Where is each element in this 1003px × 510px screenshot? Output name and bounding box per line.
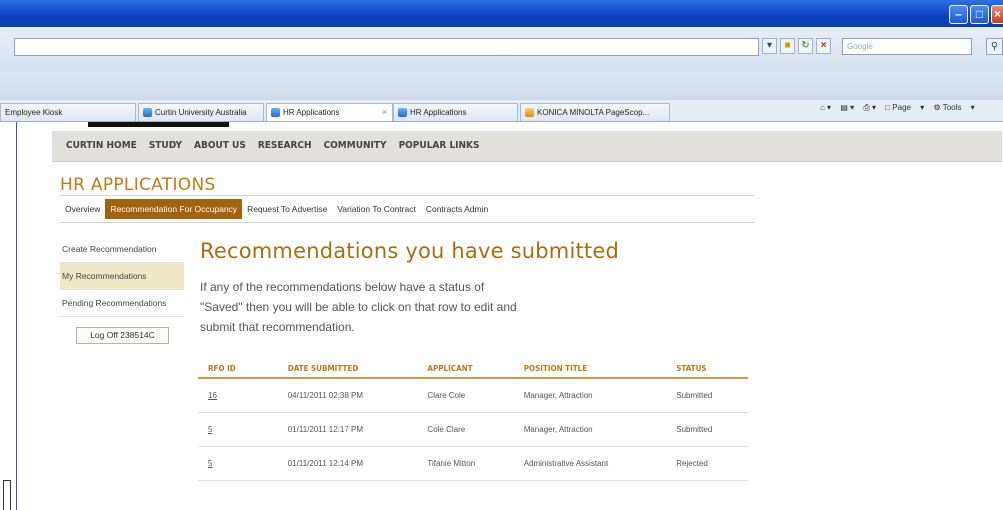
applicant-cell: Clare Cole bbox=[427, 378, 524, 413]
position-cell: Manager, Attraction bbox=[523, 378, 677, 413]
ie-page-icon bbox=[525, 108, 534, 117]
position-cell: Administrative Assistant bbox=[523, 446, 677, 481]
rfo-id-cell: 5 bbox=[198, 446, 288, 481]
minimize-button[interactable]: – bbox=[949, 5, 968, 24]
position-cell: Manager, Attraction bbox=[523, 412, 677, 447]
tools-menu[interactable]: ⚙ Tools ▾ bbox=[933, 103, 974, 112]
maximize-button[interactable]: □ bbox=[970, 5, 989, 24]
nav-curtin-home[interactable]: CURTIN HOME bbox=[66, 131, 137, 161]
print-icon[interactable]: ⎙ ▾ bbox=[863, 103, 876, 112]
side-item-pending-recommendations[interactable]: Pending Recommendations bbox=[60, 290, 184, 317]
rfo-id-cell: 16 bbox=[198, 378, 288, 413]
close-button[interactable]: × bbox=[991, 5, 1003, 24]
date-cell: 01/11/2011 12:14 PM bbox=[287, 446, 428, 481]
nav-study[interactable]: STUDY bbox=[149, 131, 182, 161]
applicant-cell: Tifanie Mitton bbox=[427, 446, 524, 481]
recommendations-table: RFO ID DATE SUBMITTED APPLICANT POSITION… bbox=[198, 360, 748, 481]
refresh-icon[interactable]: ↻ bbox=[798, 38, 813, 54]
logoff-button[interactable]: Log Off 238514C bbox=[76, 327, 169, 344]
ie-page-icon bbox=[398, 108, 407, 117]
nav-community[interactable]: COMMUNITY bbox=[324, 131, 387, 161]
col-applicant: APPLICANT bbox=[427, 360, 524, 379]
side-nav: Create Recommendation My Recommendations… bbox=[60, 236, 184, 317]
tools-menu-label: Tools bbox=[942, 103, 962, 112]
app-subnav: Overview Recommendation For Occupancy Re… bbox=[60, 199, 493, 219]
subnav-variation-to-contract[interactable]: Variation To Contract bbox=[332, 199, 421, 219]
title-divider bbox=[60, 195, 754, 196]
tab-hr-applications[interactable]: HR Applications bbox=[393, 103, 518, 121]
tab-konica[interactable]: KONICA MINOLTA PageScop... bbox=[520, 103, 670, 121]
tab-label: Curtin University Australia bbox=[155, 108, 247, 117]
header-black-bar bbox=[88, 122, 229, 127]
nav-popular-links[interactable]: POPULAR LINKS bbox=[399, 131, 480, 161]
tab-label: HR Applications bbox=[410, 108, 467, 117]
dropdown-arrow-icon[interactable]: ▾ bbox=[762, 38, 777, 54]
rfo-id-link[interactable]: 16 bbox=[208, 391, 217, 400]
date-cell: 04/11/2011 02:38 PM bbox=[287, 378, 428, 413]
subnav-contracts-admin[interactable]: Contracts Admin bbox=[421, 199, 493, 219]
rfo-id-cell: 5 bbox=[198, 412, 288, 447]
rfo-id-link[interactable]: 5 bbox=[208, 459, 212, 468]
page-left-border bbox=[16, 122, 17, 510]
site-nav: CURTIN HOME STUDY ABOUT US RESEARCH COMM… bbox=[52, 131, 1002, 162]
page-heading: Recommendations you have submitted bbox=[200, 239, 619, 263]
date-cell: 01/11/2011 12:17 PM bbox=[287, 412, 428, 447]
side-item-create-recommendation[interactable]: Create Recommendation bbox=[60, 236, 184, 263]
address-input[interactable] bbox=[14, 38, 759, 56]
col-date-submitted: DATE SUBMITTED bbox=[287, 360, 428, 379]
subnav-recommendation-for-occupancy[interactable]: Recommendation For Occupancy bbox=[105, 199, 243, 219]
status-cell: Rejected bbox=[676, 446, 748, 481]
tab-employee-kiosk[interactable]: Employee Kiosk bbox=[0, 103, 136, 121]
status-cell: Submitted bbox=[676, 378, 748, 413]
intro-text: If any of the recommendations below have… bbox=[200, 280, 517, 334]
lock-icon[interactable]: ■ bbox=[780, 38, 795, 54]
col-status: STATUS bbox=[676, 360, 748, 379]
tab-label: HR Applications bbox=[283, 108, 340, 117]
applicant-cell: Cole Clare bbox=[427, 412, 524, 447]
page-menu-label: Page bbox=[892, 103, 911, 112]
app-title: HR APPLICATIONS bbox=[60, 175, 216, 195]
ie-page-icon bbox=[271, 108, 280, 117]
home-icon[interactable]: ⌂ ▾ bbox=[820, 103, 831, 112]
ie-page-icon bbox=[143, 108, 152, 117]
tab-label: Employee Kiosk bbox=[5, 108, 63, 117]
tab-curtin[interactable]: Curtin University Australia bbox=[138, 103, 264, 121]
col-rfo-id: RFO ID bbox=[198, 360, 288, 379]
rfo-id-link[interactable]: 5 bbox=[208, 425, 212, 434]
status-cell: Submitted bbox=[676, 412, 748, 447]
search-input[interactable]: Google bbox=[842, 38, 972, 55]
col-position-title: POSITION TITLE bbox=[523, 360, 677, 379]
command-bar: ⌂ ▾ ▤ ▾ ⎙ ▾ □ Page ▾ ⚙ Tools ▾ bbox=[820, 103, 982, 113]
table-row[interactable]: 5 01/11/2011 12:17 PM Cole Clare Manager… bbox=[198, 412, 748, 447]
table-row[interactable]: 5 01/11/2011 12:14 PM Tifanie Mitton Adm… bbox=[198, 446, 748, 481]
table-row[interactable]: 16 04/11/2011 02:38 PM Clare Cole Manage… bbox=[198, 378, 748, 413]
stop-icon[interactable]: × bbox=[816, 38, 831, 54]
subnav-overview[interactable]: Overview bbox=[60, 199, 105, 219]
toolbar-area bbox=[0, 72, 1003, 100]
subnav-divider bbox=[60, 222, 754, 223]
subnav-request-to-advertise[interactable]: Request To Advertise bbox=[242, 199, 332, 219]
table-header-row: RFO ID DATE SUBMITTED APPLICANT POSITION… bbox=[198, 360, 748, 379]
tab-close-icon[interactable]: × bbox=[382, 104, 387, 121]
page-menu[interactable]: □ Page ▾ bbox=[885, 103, 924, 112]
address-bar-area: ▾ ■ ↻ × Google ⚲ bbox=[0, 27, 1003, 73]
nav-about-us[interactable]: ABOUT US bbox=[194, 131, 246, 161]
nav-research[interactable]: RESEARCH bbox=[258, 131, 312, 161]
tab-hr-applications-active[interactable]: HR Applications × bbox=[266, 103, 393, 121]
window-corner-artifact bbox=[3, 480, 11, 510]
side-item-my-recommendations[interactable]: My Recommendations bbox=[60, 263, 184, 290]
tab-label: KONICA MINOLTA PageScop... bbox=[537, 108, 650, 117]
search-icon[interactable]: ⚲ bbox=[986, 38, 1003, 55]
feeds-icon[interactable]: ▤ ▾ bbox=[840, 103, 854, 112]
window-titlebar: – □ × bbox=[0, 0, 1003, 27]
